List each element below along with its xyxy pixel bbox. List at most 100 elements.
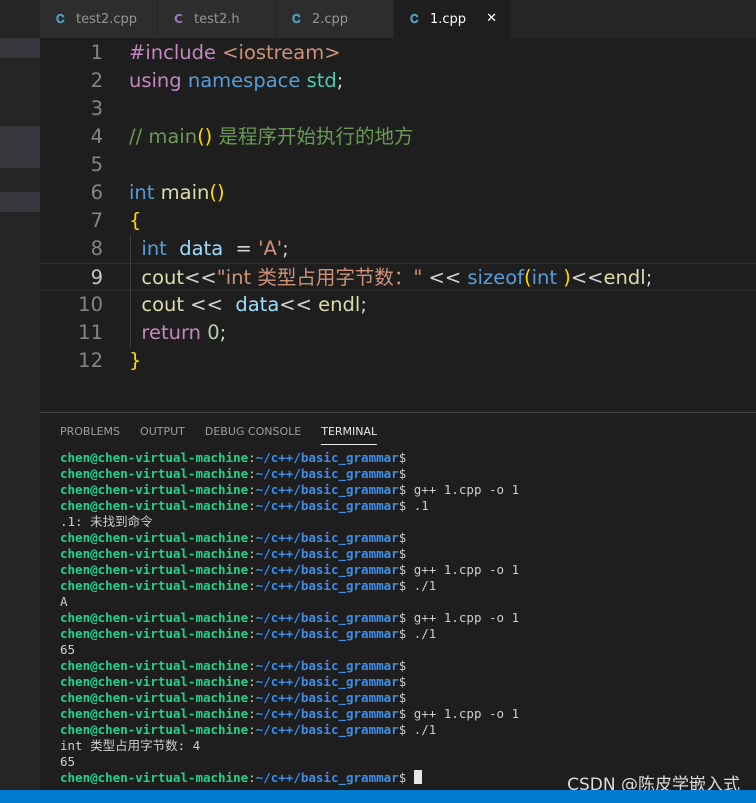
c-header-file-icon: C [174, 12, 183, 26]
prompt-user: chen@chen-virtual-machine [60, 610, 249, 625]
terminal-output-text: A [60, 594, 68, 609]
code-token: << [422, 266, 468, 289]
code-line[interactable]: 12} [40, 347, 756, 375]
prompt-user: chen@chen-virtual-machine [60, 466, 249, 481]
tab-1-cpp[interactable]: 𝐂 1.cpp ✕ [394, 0, 512, 38]
code-token: sizeof [467, 266, 524, 289]
code-line[interactable]: 8 int data = 'A'; [40, 235, 756, 263]
code-line[interactable]: 1 #include <iostream> [40, 39, 756, 67]
terminal-command: .1 [406, 498, 429, 513]
prompt-symbol: $ [398, 450, 407, 465]
code-token: << [184, 266, 217, 289]
terminal-line: chen@chen-virtual-machine:~/c++/basic_gr… [60, 466, 519, 482]
explorer-row[interactable] [0, 38, 40, 58]
tab-label: 1.cpp [430, 11, 467, 27]
prompt-path: ~/c++/basic_grammar [255, 770, 399, 785]
code-token: cout [129, 293, 185, 316]
code-token: ( [524, 266, 532, 289]
code-token: ; [219, 321, 227, 344]
line-number: 11 [78, 321, 103, 344]
editor-tab-bar: 𝐂 test2.cpp C test2.h 𝐂 2.cpp 𝐂 1.cpp ✕ [40, 0, 756, 38]
terminal-command: ./1 [406, 626, 437, 641]
code-line[interactable]: 2 using namespace std; [40, 67, 756, 95]
cpp-file-icon: 𝐂 [292, 11, 301, 26]
code-token: << [184, 293, 236, 316]
code-token: int [129, 237, 174, 260]
prompt-user: chen@chen-virtual-machine [60, 706, 249, 721]
explorer-row[interactable] [0, 192, 40, 212]
tab-test2-cpp[interactable]: 𝐂 test2.cpp [40, 0, 158, 38]
terminal-line: chen@chen-virtual-machine:~/c++/basic_gr… [60, 578, 519, 594]
tab-2-cpp[interactable]: 𝐂 2.cpp [276, 0, 394, 38]
prompt-symbol: $ [398, 690, 407, 705]
prompt-user: chen@chen-virtual-machine [60, 450, 249, 465]
close-icon[interactable]: ✕ [486, 11, 497, 26]
prompt-path: ~/c++/basic_grammar [255, 706, 399, 721]
tab-output[interactable]: OUTPUT [140, 425, 185, 445]
prompt-path: ~/c++/basic_grammar [255, 498, 399, 513]
code-token: << [570, 266, 604, 289]
tab-label: test2.cpp [76, 11, 138, 27]
line-number: 4 [90, 125, 103, 148]
prompt-user: chen@chen-virtual-machine [60, 674, 249, 689]
tab-problems[interactable]: PROBLEMS [60, 425, 120, 445]
code-line[interactable]: 4 // main() 是程序开始执行的地方 [40, 123, 756, 151]
code-line[interactable]: 11 return 0; [40, 319, 756, 347]
code-token: <iostream> [222, 41, 341, 64]
prompt-user: chen@chen-virtual-machine [60, 658, 249, 673]
code-line[interactable]: 6 int main() [40, 179, 756, 207]
terminal-line: chen@chen-virtual-machine:~/c++/basic_gr… [60, 498, 519, 514]
terminal-line: chen@chen-virtual-machine:~/c++/basic_gr… [60, 770, 519, 786]
code-token: () [209, 181, 225, 204]
prompt-separator: : [248, 578, 256, 593]
prompt-path: ~/c++/basic_grammar [255, 562, 399, 577]
code-token: ; [360, 293, 367, 316]
explorer-row[interactable] [0, 126, 40, 168]
prompt-user: chen@chen-virtual-machine [60, 482, 249, 497]
terminal-line: A [60, 594, 519, 610]
prompt-separator: : [248, 530, 256, 545]
terminal-output[interactable]: chen@chen-virtual-machine:~/c++/basic_gr… [60, 450, 519, 786]
code-token: "int 类型占用字节数：" [216, 266, 423, 289]
prompt-separator: : [248, 466, 256, 481]
prompt-user: chen@chen-virtual-machine [60, 546, 249, 561]
terminal-line: chen@chen-virtual-machine:~/c++/basic_gr… [60, 450, 519, 466]
code-line[interactable]: 9 cout<<"int 类型占用字节数：" << sizeof(int )<<… [40, 263, 756, 291]
code-text: // main() 是程序开始执行的地方 [129, 123, 413, 151]
code-line[interactable]: 10 cout << data<< endl; [40, 291, 756, 319]
code-token: std [306, 69, 337, 92]
code-token: () [197, 125, 213, 148]
terminal-command: g++ 1.cpp -o 1 [406, 610, 520, 625]
terminal-line: int 类型占用字节数: 4 [60, 738, 519, 754]
prompt-user: chen@chen-virtual-machine [60, 562, 249, 577]
prompt-separator: : [248, 450, 256, 465]
code-token: return [129, 321, 208, 344]
tab-label: test2.h [194, 11, 240, 27]
prompt-symbol: $ [398, 466, 407, 481]
code-line[interactable]: 5 [40, 151, 756, 179]
terminal-command [406, 770, 414, 785]
terminal-line: 65 [60, 642, 519, 658]
code-text: cout<<"int 类型占用字节数：" << sizeof(int )<<en… [129, 264, 652, 292]
prompt-path: ~/c++/basic_grammar [255, 466, 399, 481]
prompt-path: ~/c++/basic_grammar [255, 482, 399, 497]
prompt-symbol: $ [398, 530, 407, 545]
code-editor[interactable]: 1 #include <iostream> 2 using namespace std… [40, 38, 756, 412]
code-line[interactable]: 7{ [40, 207, 756, 235]
code-text: { [129, 207, 141, 235]
code-token: ) [563, 266, 571, 289]
code-text: #include <iostream> [129, 39, 341, 67]
code-token: 是程序开始执行的地方 [212, 125, 414, 148]
terminal-command: g++ 1.cpp -o 1 [406, 706, 520, 721]
prompt-separator: : [248, 690, 256, 705]
line-number: 3 [90, 97, 103, 120]
tab-debug-console[interactable]: DEBUG CONSOLE [205, 425, 301, 445]
code-token: { [129, 209, 142, 232]
prompt-symbol: $ [398, 658, 407, 673]
terminal-line: chen@chen-virtual-machine:~/c++/basic_gr… [60, 690, 519, 706]
code-token: ; [336, 69, 344, 92]
prompt-separator: : [248, 706, 256, 721]
code-line[interactable]: 3 [40, 95, 756, 123]
tab-terminal[interactable]: TERMINAL [321, 425, 378, 445]
tab-test2-h[interactable]: C test2.h [158, 0, 276, 38]
